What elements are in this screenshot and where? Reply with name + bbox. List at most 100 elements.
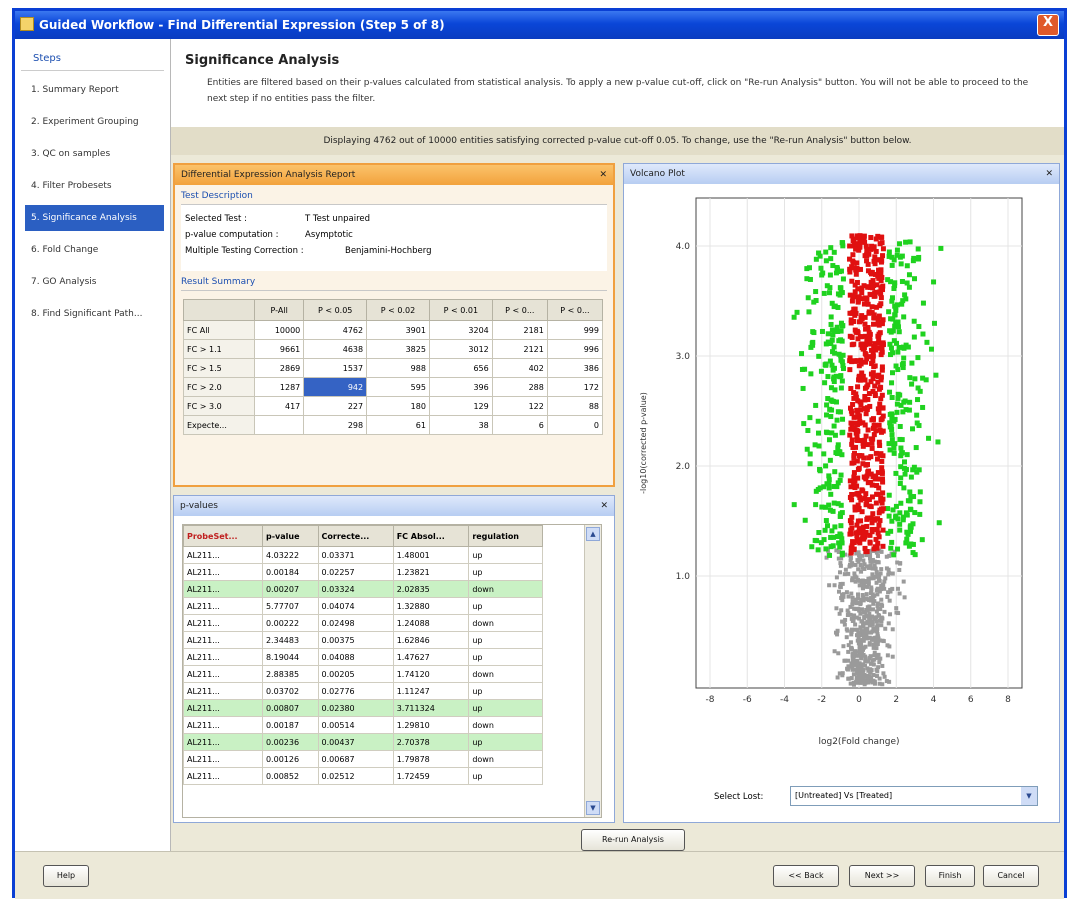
summary-cell[interactable]: 656 (428, 358, 493, 378)
summary-row-label[interactable]: FC > 2.0 (182, 377, 256, 397)
condition-select[interactable]: [Untreated] Vs [Treated] ▼ (790, 786, 1038, 806)
summary-cell[interactable]: 396 (428, 377, 493, 397)
summary-column-header[interactable]: P < 0... (546, 299, 604, 321)
summary-cell[interactable]: 172 (546, 377, 604, 397)
pvalues-column-header[interactable]: FC Absol... (392, 525, 470, 547)
summary-cell[interactable]: 38 (428, 415, 493, 435)
summary-cell[interactable]: 288 (491, 377, 548, 397)
next-button[interactable]: Next >> (849, 865, 915, 887)
close-icon[interactable]: ✕ (599, 165, 607, 185)
summary-cell[interactable]: 88 (546, 396, 604, 416)
summary-column-header[interactable]: P < 0.02 (366, 299, 430, 321)
volcano-plot[interactable]: -8 -6 -4 -2 0 2 4 6 8 1.0 2.0 3.0 4.0 log2(Fold chang… (624, 184, 1059, 784)
summary-cell[interactable] (254, 415, 305, 435)
summary-column-header[interactable]: P < 0.01 (428, 299, 493, 321)
summary-cell[interactable]: 595 (366, 377, 430, 397)
summary-cell[interactable]: 9661 (254, 339, 305, 359)
data-point-not-significant (870, 572, 875, 577)
summary-cell[interactable]: 2869 (254, 358, 305, 378)
pvalues-column-header[interactable]: ProbeSet... (183, 525, 263, 547)
rerun-analysis-button[interactable]: Re-run Analysis (581, 829, 685, 851)
table-row[interactable]: AL211... 0.00236 0.00437 2.70378 up (183, 733, 543, 751)
summary-cell[interactable]: 4762 (303, 320, 368, 340)
summary-cell[interactable]: 129 (428, 396, 493, 416)
summary-cell[interactable]: 3901 (366, 320, 430, 340)
close-button[interactable]: X (1037, 14, 1059, 36)
summary-column-header[interactable]: P < 0.05 (303, 299, 368, 321)
summary-cell[interactable]: 6 (491, 415, 548, 435)
summary-cell[interactable]: 2181 (491, 320, 548, 340)
step-item-5[interactable]: 5. Significance Analysis (25, 205, 164, 231)
table-cell: 1.23821 (392, 563, 470, 581)
table-row[interactable]: AL211... 2.88385 0.00205 1.74120 down (183, 665, 543, 683)
table-row[interactable]: AL211... 0.00222 0.02498 1.24088 down (183, 614, 543, 632)
table-row[interactable]: AL211... 8.19044 0.04088 1.47627 up (183, 648, 543, 666)
summary-cell[interactable]: 180 (366, 396, 430, 416)
help-button[interactable]: Help (43, 865, 89, 887)
volcano-title-text: Volcano Plot (630, 169, 685, 179)
finish-button[interactable]: Finish (925, 865, 975, 887)
back-button[interactable]: << Back (773, 865, 839, 887)
vertical-scrollbar[interactable]: ▲ ▼ (584, 525, 601, 817)
step-item-7[interactable]: 7. GO Analysis (25, 269, 164, 295)
summary-cell[interactable]: 3825 (366, 339, 430, 359)
step-item-1[interactable]: 1. Summary Report (25, 77, 164, 103)
summary-cell[interactable]: 402 (491, 358, 548, 378)
step-item-2[interactable]: 2. Experiment Grouping (25, 109, 164, 135)
data-point-significant-low-fold-change (880, 253, 886, 259)
close-icon[interactable]: ✕ (1045, 164, 1053, 184)
step-item-8[interactable]: 8. Find Significant Path... (25, 301, 164, 327)
summary-cell[interactable]: 1287 (254, 377, 305, 397)
step-item-6[interactable]: 6. Fold Change (25, 237, 164, 263)
table-row[interactable]: AL211... 0.00126 0.00687 1.79878 down (183, 750, 543, 768)
pvalues-column-header[interactable]: Correcte... (317, 525, 394, 547)
data-point-significant-low-fold-change (871, 293, 877, 299)
close-icon[interactable]: ✕ (600, 496, 608, 516)
table-row[interactable]: AL211... 0.00184 0.02257 1.23821 up (183, 563, 543, 581)
table-row[interactable]: AL211... 2.34483 0.00375 1.62846 up (183, 631, 543, 649)
summary-cell[interactable]: 61 (366, 415, 430, 435)
summary-cell[interactable]: 417 (254, 396, 305, 416)
table-row[interactable]: AL211... 0.00187 0.00514 1.29810 down (183, 716, 543, 734)
summary-cell[interactable]: 122 (491, 396, 548, 416)
summary-column-header[interactable]: P-All (254, 299, 305, 321)
summary-column-header[interactable] (182, 299, 256, 321)
summary-cell[interactable]: 298 (303, 415, 368, 435)
summary-cell[interactable]: 4638 (303, 339, 368, 359)
summary-cell[interactable]: 3204 (428, 320, 493, 340)
data-point-significant-fold-change (886, 309, 892, 315)
summary-cell[interactable]: 3012 (428, 339, 493, 359)
summary-row-label[interactable]: FC > 3.0 (182, 396, 256, 416)
table-row[interactable]: AL211... 0.03702 0.02776 1.11247 up (183, 682, 543, 700)
summary-cell[interactable]: 386 (546, 358, 604, 378)
summary-cell[interactable]: 10000 (254, 320, 305, 340)
pvalues-column-header[interactable]: regulation (468, 525, 543, 547)
table-row[interactable]: AL211... 0.00207 0.03324 2.02835 down (183, 580, 543, 598)
summary-row-label[interactable]: FC > 1.1 (182, 339, 256, 359)
data-point-significant-low-fold-change (860, 373, 866, 379)
step-item-4[interactable]: 4. Filter Probesets (25, 173, 164, 199)
summary-cell[interactable]: 999 (546, 320, 604, 340)
summary-cell[interactable]: 1537 (303, 358, 368, 378)
table-row[interactable]: AL211... 0.00852 0.02512 1.72459 up (183, 767, 543, 785)
pvalues-column-header[interactable]: p-value (261, 525, 319, 547)
table-row[interactable]: AL211... 0.00807 0.02380 3.711324 up (183, 699, 543, 717)
data-point-not-significant (850, 595, 855, 600)
summary-cell[interactable]: 942 (303, 377, 368, 397)
step-item-3[interactable]: 3. QC on samples (25, 141, 164, 167)
summary-cell[interactable]: 2121 (491, 339, 548, 359)
cancel-button[interactable]: Cancel (983, 865, 1039, 887)
summary-row-label[interactable]: FC > 1.5 (182, 358, 256, 378)
summary-cell[interactable]: 988 (366, 358, 430, 378)
scroll-up-icon[interactable]: ▲ (586, 527, 600, 541)
summary-row-label[interactable]: Expecte... (182, 415, 256, 435)
table-row[interactable]: AL211... 5.77707 0.04074 1.32880 up (183, 597, 543, 615)
table-row[interactable]: AL211... 4.03222 0.03371 1.48001 up (183, 546, 543, 564)
summary-row-label[interactable]: FC All (182, 320, 256, 340)
summary-cell[interactable]: 996 (546, 339, 604, 359)
summary-cell[interactable]: 0 (546, 415, 604, 435)
chevron-down-icon[interactable]: ▼ (1021, 787, 1037, 805)
summary-column-header[interactable]: P < 0... (491, 299, 548, 321)
summary-cell[interactable]: 227 (303, 396, 368, 416)
scroll-down-icon[interactable]: ▼ (586, 801, 600, 815)
